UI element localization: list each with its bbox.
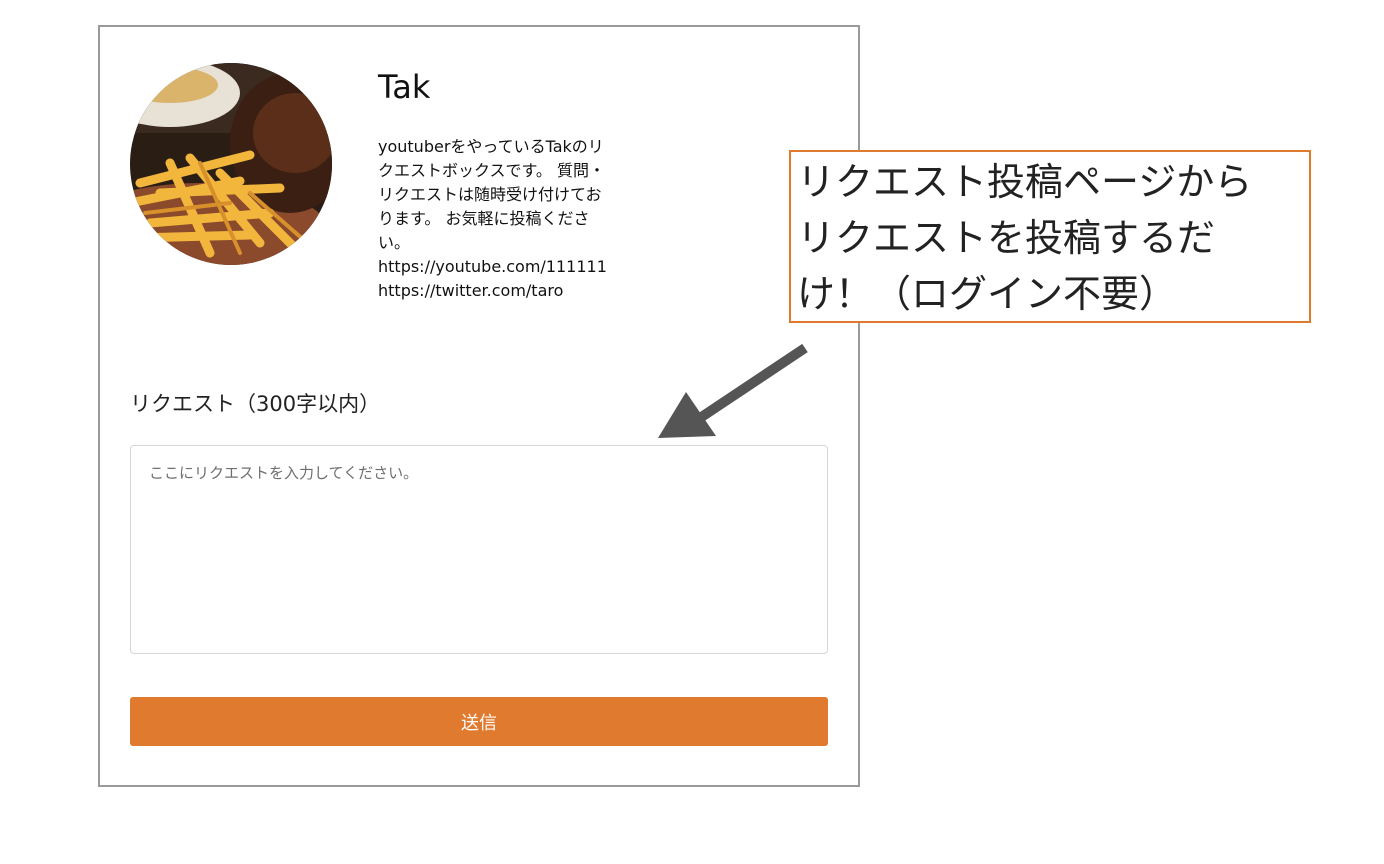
twitter-link[interactable]: https://twitter.com/taro bbox=[378, 279, 653, 303]
profile-name: Tak bbox=[378, 68, 431, 106]
request-textarea[interactable] bbox=[130, 445, 828, 654]
bio-line: リクエストは随時受け付けてお bbox=[378, 185, 602, 204]
page: Tak youtuberをやっているTakのリ クエストボックスです。 質問・ … bbox=[0, 0, 1384, 864]
submit-button[interactable]: 送信 bbox=[130, 697, 828, 746]
bio-line: youtuberをやっているTakのリ bbox=[378, 137, 604, 156]
bio-line: クエストボックスです。 質問・ bbox=[378, 161, 606, 180]
profile-avatar bbox=[130, 63, 332, 265]
fries-and-ribs-photo bbox=[130, 63, 332, 265]
bio-line: ります。 お気軽に投稿くださ bbox=[378, 209, 590, 228]
callout-line: リクエストを投稿するだ bbox=[797, 216, 1216, 260]
youtube-link[interactable]: https://youtube.com/111111 bbox=[378, 255, 653, 279]
callout-line: リクエスト投稿ページから bbox=[797, 160, 1253, 204]
profile-bio: youtuberをやっているTakのリ クエストボックスです。 質問・ リクエス… bbox=[378, 135, 653, 303]
bio-line: い。 bbox=[378, 233, 411, 252]
request-field-label: リクエスト（300字以内） bbox=[130, 392, 381, 416]
callout-line: け！（ログイン不要） bbox=[797, 272, 1178, 316]
annotation-callout: リクエスト投稿ページから リクエストを投稿するだ け！（ログイン不要） bbox=[789, 150, 1311, 323]
arrow-down-left-icon bbox=[658, 343, 808, 438]
